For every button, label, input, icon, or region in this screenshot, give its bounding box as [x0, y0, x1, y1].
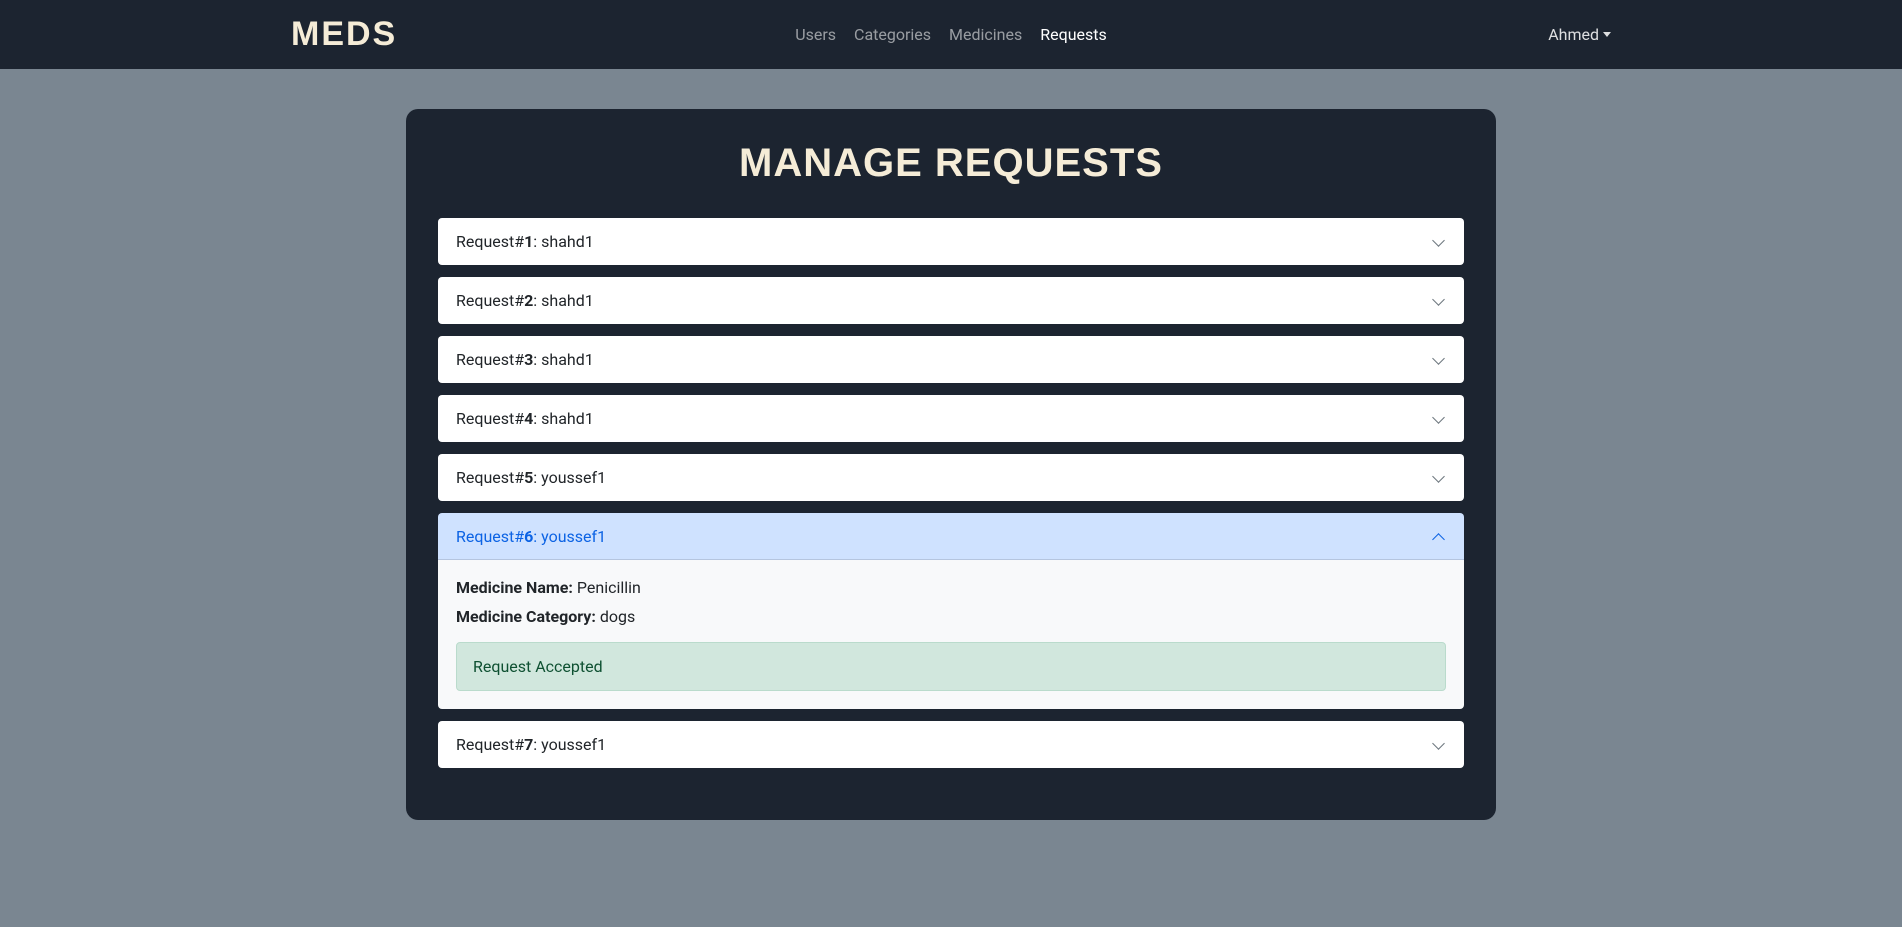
- nav-link-users[interactable]: Users: [795, 25, 836, 44]
- accordion-item: Request#2: shahd1: [438, 277, 1464, 324]
- accordion-header[interactable]: Request#4: shahd1: [438, 395, 1464, 442]
- request-user: shahd1: [541, 409, 594, 428]
- chevron-down-icon: [1432, 412, 1446, 426]
- request-id: 1: [524, 232, 533, 251]
- separator: :: [533, 468, 541, 487]
- separator: :: [533, 232, 541, 251]
- request-id: 3: [524, 350, 533, 369]
- request-label: Request#4: shahd1: [456, 409, 594, 428]
- request-user: shahd1: [541, 350, 594, 369]
- chevron-down-icon: [1432, 294, 1446, 308]
- chevron-down-icon: [1432, 235, 1446, 249]
- request-prefix: Request#: [456, 735, 524, 754]
- request-prefix: Request#: [456, 232, 524, 251]
- separator: :: [533, 350, 541, 369]
- request-user: youssef1: [541, 735, 606, 754]
- separator: :: [533, 735, 541, 754]
- request-user: youssef1: [541, 468, 606, 487]
- accordion-header[interactable]: Request#3: shahd1: [438, 336, 1464, 383]
- medicine-category-line: Medicine Category: dogs: [456, 607, 1446, 626]
- accordion-header[interactable]: Request#5: youssef1: [438, 454, 1464, 501]
- nav-links: Users Categories Medicines Requests: [795, 25, 1107, 44]
- status-alert: Request Accepted: [456, 642, 1446, 691]
- request-id: 4: [524, 409, 533, 428]
- request-id: 5: [524, 468, 533, 487]
- separator: :: [533, 291, 541, 310]
- brand-logo[interactable]: MEDS: [291, 15, 397, 54]
- medicine-name-value: Penicillin: [573, 578, 641, 597]
- accordion-header[interactable]: Request#2: shahd1: [438, 277, 1464, 324]
- page-title: MANAGE REQUESTS: [438, 141, 1464, 186]
- main-card: MANAGE REQUESTS Request#1: shahd1Request…: [406, 109, 1496, 820]
- accordion-item: Request#3: shahd1: [438, 336, 1464, 383]
- separator: :: [533, 527, 541, 546]
- request-label: Request#7: youssef1: [456, 735, 606, 754]
- medicine-name-line: Medicine Name: Penicillin: [456, 578, 1446, 597]
- accordion-header[interactable]: Request#7: youssef1: [438, 721, 1464, 768]
- user-menu-name: Ahmed: [1548, 25, 1599, 44]
- request-prefix: Request#: [456, 350, 524, 369]
- request-prefix: Request#: [456, 409, 524, 428]
- user-menu-dropdown[interactable]: Ahmed: [1548, 25, 1611, 44]
- separator: :: [533, 409, 541, 428]
- request-prefix: Request#: [456, 527, 524, 546]
- request-prefix: Request#: [456, 291, 524, 310]
- request-id: 6: [524, 527, 533, 546]
- request-prefix: Request#: [456, 468, 524, 487]
- accordion-item: Request#7: youssef1: [438, 721, 1464, 768]
- nav-link-medicines[interactable]: Medicines: [949, 25, 1022, 44]
- chevron-up-icon: [1432, 530, 1446, 544]
- request-label: Request#6: youssef1: [456, 527, 606, 546]
- medicine-name-label: Medicine Name:: [456, 578, 573, 597]
- medicine-category-value: dogs: [596, 607, 635, 626]
- request-id: 7: [524, 735, 533, 754]
- request-user: shahd1: [541, 291, 594, 310]
- request-user: youssef1: [541, 527, 606, 546]
- request-id: 2: [524, 291, 533, 310]
- request-user: shahd1: [541, 232, 594, 251]
- nav-link-categories[interactable]: Categories: [854, 25, 931, 44]
- caret-down-icon: [1603, 32, 1611, 37]
- chevron-down-icon: [1432, 738, 1446, 752]
- accordion-body: Medicine Name: Penicillin Medicine Catego…: [438, 560, 1464, 709]
- medicine-category-label: Medicine Category:: [456, 607, 596, 626]
- request-label: Request#3: shahd1: [456, 350, 594, 369]
- accordion-item: Request#5: youssef1: [438, 454, 1464, 501]
- accordion-item: Request#1: shahd1: [438, 218, 1464, 265]
- nav-link-requests[interactable]: Requests: [1040, 25, 1107, 44]
- navbar: MEDS Users Categories Medicines Requests…: [0, 0, 1902, 69]
- accordion-item: Request#6: youssef1 Medicine Name: Penici…: [438, 513, 1464, 709]
- accordion-item: Request#4: shahd1: [438, 395, 1464, 442]
- request-label: Request#5: youssef1: [456, 468, 606, 487]
- navbar-inner: MEDS Users Categories Medicines Requests…: [291, 15, 1611, 54]
- accordion-header[interactable]: Request#6: youssef1: [438, 513, 1464, 560]
- requests-accordion: Request#1: shahd1Request#2: shahd1Reques…: [438, 218, 1464, 768]
- chevron-down-icon: [1432, 471, 1446, 485]
- request-label: Request#1: shahd1: [456, 232, 594, 251]
- accordion-header[interactable]: Request#1: shahd1: [438, 218, 1464, 265]
- chevron-down-icon: [1432, 353, 1446, 367]
- request-label: Request#2: shahd1: [456, 291, 594, 310]
